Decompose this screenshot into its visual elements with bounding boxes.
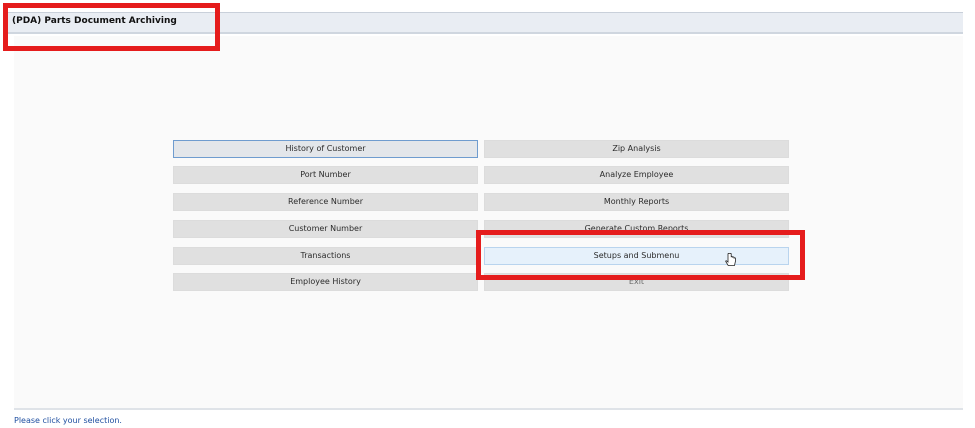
zip-analysis-button[interactable]: Zip Analysis — [484, 140, 789, 158]
monthly-reports-button[interactable]: Monthly Reports — [484, 193, 789, 211]
reference-number-button[interactable]: Reference Number — [173, 193, 478, 211]
title-bar: (PDA) Parts Document Archiving — [8, 12, 963, 34]
employee-history-button[interactable]: Employee History — [173, 273, 478, 291]
customer-number-button[interactable]: Customer Number — [173, 220, 478, 238]
hand-pointer-icon — [725, 253, 736, 266]
generate-custom-reports-button[interactable]: Generate Custom Reports — [484, 220, 789, 238]
footer-divider — [14, 408, 963, 410]
app-window: (PDA) Parts Document Archiving History o… — [0, 0, 975, 428]
status-message: Please click your selection. — [14, 416, 122, 425]
exit-button[interactable]: Exit — [484, 273, 789, 291]
app-title: (PDA) Parts Document Archiving — [12, 16, 177, 26]
setups-and-submenu-button[interactable]: Setups and Submenu — [484, 247, 789, 265]
analyze-employee-button[interactable]: Analyze Employee — [484, 166, 789, 184]
port-number-button[interactable]: Port Number — [173, 166, 478, 184]
history-of-customer-button[interactable]: History of Customer — [173, 140, 478, 158]
transactions-button[interactable]: Transactions — [173, 247, 478, 265]
